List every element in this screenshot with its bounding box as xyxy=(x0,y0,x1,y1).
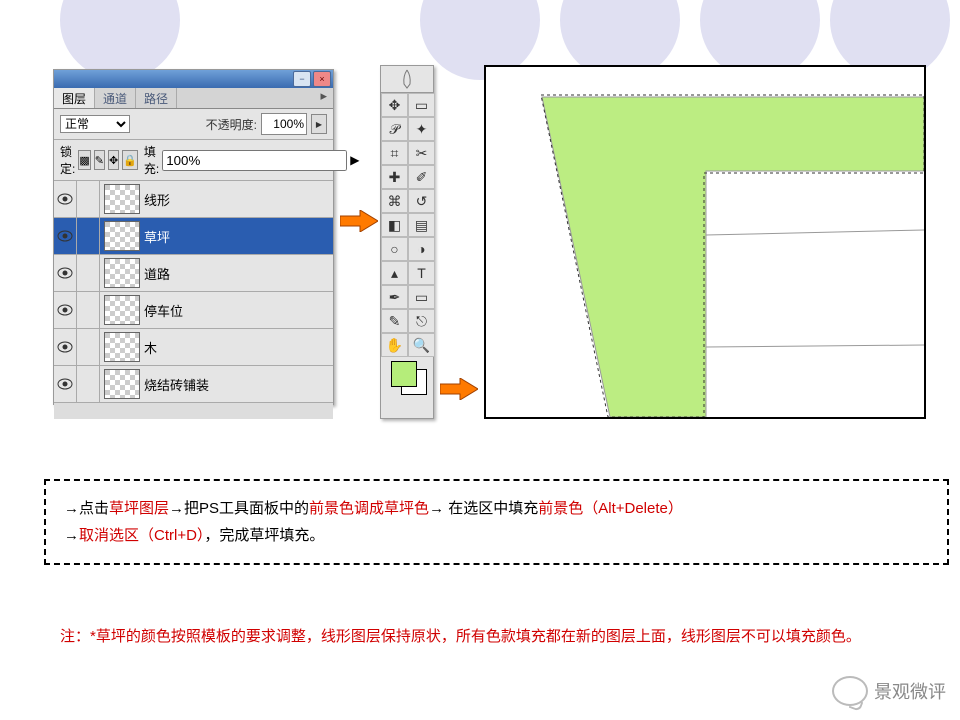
link-cell[interactable] xyxy=(77,329,100,365)
layer-thumbnail xyxy=(104,221,140,251)
layers-panel: − × 图层通道路径 ▸ 正常 不透明度: ▶ 锁定: ▩ ✎ ✥ 🔒 填充: ▶… xyxy=(53,69,334,405)
heal-tool[interactable]: ✚ xyxy=(381,165,408,189)
stamp-tool[interactable]: ⌘ xyxy=(381,189,408,213)
close-button[interactable]: × xyxy=(313,71,331,87)
watermark: 景观微评 xyxy=(832,676,946,706)
eyedrop-tool[interactable]: ⎋ xyxy=(408,309,435,333)
wechat-icon xyxy=(832,676,868,706)
crop-tool[interactable]: ⌗ xyxy=(381,141,408,165)
panel-tabs: 图层通道路径 ▸ xyxy=(54,88,333,109)
layer-name: 线形 xyxy=(144,190,333,209)
blur-tool[interactable]: ○ xyxy=(381,237,408,261)
link-cell[interactable] xyxy=(77,181,100,217)
arrow-icon xyxy=(440,378,478,400)
layer-row[interactable]: 道路 xyxy=(54,255,333,292)
window-titlebar: − × xyxy=(54,70,333,88)
layer-list: 线形草坪道路停车位木烧结砖铺装 xyxy=(54,181,333,419)
history-brush-tool[interactable]: ↺ xyxy=(408,189,435,213)
path-select-tool[interactable]: ▴ xyxy=(381,261,408,285)
lock-paint-button[interactable]: ✎ xyxy=(94,150,105,170)
fill-flyout[interactable]: ▶ xyxy=(350,153,359,167)
gradient-tool[interactable]: ▤ xyxy=(408,213,435,237)
lock-row: 锁定: ▩ ✎ ✥ 🔒 填充: ▶ xyxy=(54,140,333,181)
visibility-icon[interactable] xyxy=(54,329,77,365)
hand-tool[interactable]: ✋ xyxy=(381,333,408,357)
layer-row[interactable]: 木 xyxy=(54,329,333,366)
dodge-tool[interactable]: ◑ xyxy=(408,237,435,261)
minimize-button[interactable]: − xyxy=(293,71,311,87)
type-tool[interactable]: T xyxy=(408,261,435,285)
visibility-icon[interactable] xyxy=(54,255,77,291)
layer-row[interactable]: 线形 xyxy=(54,181,333,218)
link-cell[interactable] xyxy=(77,292,100,328)
foreground-color-swatch[interactable] xyxy=(391,361,417,387)
toolbox-header xyxy=(381,66,433,93)
wand-tool[interactable]: ✦ xyxy=(408,117,435,141)
visibility-icon[interactable] xyxy=(54,181,77,217)
opacity-label: 不透明度: xyxy=(206,116,257,133)
link-cell[interactable] xyxy=(77,366,100,402)
layer-name: 道路 xyxy=(144,264,333,283)
visibility-icon[interactable] xyxy=(54,218,77,254)
layer-name: 烧结砖铺装 xyxy=(144,375,333,394)
layer-thumbnail xyxy=(104,295,140,325)
canvas-preview xyxy=(484,65,926,419)
layer-name: 木 xyxy=(144,338,333,357)
arrow-icon xyxy=(340,210,378,232)
instruction-box: →点击草坪图层→把PS工具面板中的前景色调成草坪色→ 在选区中填充前景色（Alt… xyxy=(44,479,949,565)
visibility-icon[interactable] xyxy=(54,292,77,328)
lock-label: 锁定: xyxy=(60,143,75,177)
tab-路径[interactable]: 路径 xyxy=(136,88,177,108)
layer-thumbnail xyxy=(104,258,140,288)
notes-tool[interactable]: ✎ xyxy=(381,309,408,333)
fill-label: 填充: xyxy=(144,143,159,177)
pen-tool[interactable]: ✒ xyxy=(381,285,408,309)
panel-menu[interactable]: ▸ xyxy=(314,88,333,108)
tab-图层[interactable]: 图层 xyxy=(54,88,95,108)
feather-icon xyxy=(398,68,416,90)
layer-row[interactable]: 烧结砖铺装 xyxy=(54,366,333,403)
tab-通道[interactable]: 通道 xyxy=(95,88,136,108)
brush-tool[interactable]: ✐ xyxy=(408,165,435,189)
lock-all-button[interactable]: 🔒 xyxy=(122,150,138,170)
note-text: 注：*草坪的颜色按照模板的要求调整，线形图层保持原状，所有色款填充都在新的图层上… xyxy=(60,624,890,650)
fill-input[interactable] xyxy=(162,150,347,171)
toolbox-panel: ✥▭𝒫✦⌗✂✚✐⌘↺◧▤○◑▴T✒▭✎⎋✋🔍 xyxy=(380,65,434,419)
eraser-tool[interactable]: ◧ xyxy=(381,213,408,237)
zoom-tool[interactable]: 🔍 xyxy=(408,333,435,357)
color-swatch[interactable] xyxy=(389,363,425,391)
link-cell[interactable] xyxy=(77,218,100,254)
layer-thumbnail xyxy=(104,332,140,362)
layer-name: 草坪 xyxy=(144,227,333,246)
blend-mode-select[interactable]: 正常 xyxy=(60,115,130,133)
link-cell[interactable] xyxy=(77,255,100,291)
layer-row[interactable]: 停车位 xyxy=(54,292,333,329)
layer-thumbnail xyxy=(104,369,140,399)
opacity-input[interactable] xyxy=(261,113,307,135)
shape-tool[interactable]: ▭ xyxy=(408,285,435,309)
visibility-icon[interactable] xyxy=(54,366,77,402)
blend-row: 正常 不透明度: ▶ xyxy=(54,109,333,140)
lasso-tool[interactable]: 𝒫 xyxy=(381,117,408,141)
slice-tool[interactable]: ✂ xyxy=(408,141,435,165)
move-tool[interactable]: ✥ xyxy=(381,93,408,117)
tool-grid: ✥▭𝒫✦⌗✂✚✐⌘↺◧▤○◑▴T✒▭✎⎋✋🔍 xyxy=(381,93,433,357)
lock-move-button[interactable]: ✥ xyxy=(108,150,119,170)
layer-name: 停车位 xyxy=(144,301,333,320)
lock-transparent-button[interactable]: ▩ xyxy=(78,150,90,170)
layer-thumbnail xyxy=(104,184,140,214)
marquee-tool[interactable]: ▭ xyxy=(408,93,435,117)
opacity-flyout[interactable]: ▶ xyxy=(311,114,327,134)
layer-row[interactable]: 草坪 xyxy=(54,218,333,255)
